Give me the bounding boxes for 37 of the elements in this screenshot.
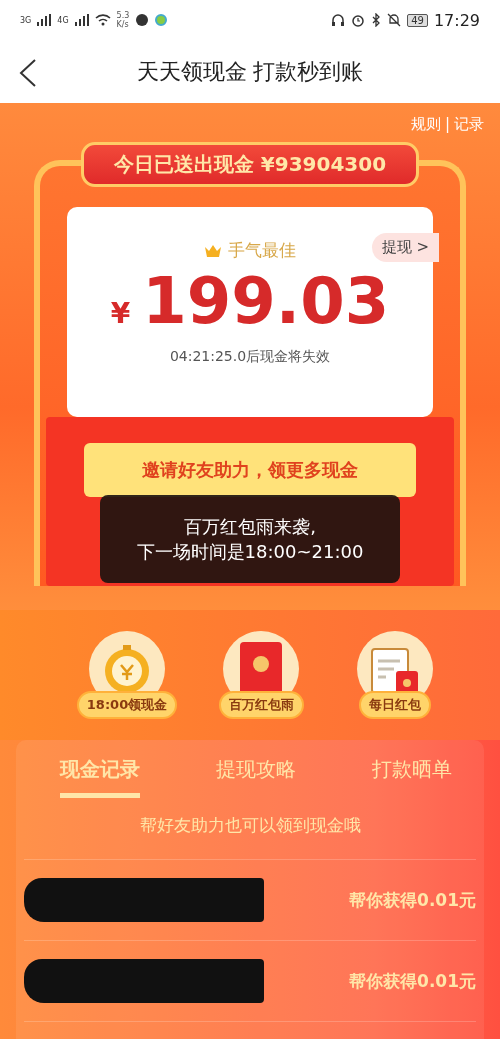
clock-time: 17:29 — [433, 10, 480, 30]
speed-unit: K/s — [116, 20, 130, 29]
page-title: 天天领现金 打款秒到账 — [136, 57, 364, 86]
earned-amount: 帮你获得0.01元 — [349, 969, 476, 993]
headphones-icon — [331, 13, 346, 27]
feature-button[interactable]: 18:00领现金 — [76, 691, 178, 719]
battery-indicator: 49 — [407, 13, 428, 27]
network-label: 4G — [57, 15, 69, 25]
signal-icon — [74, 14, 89, 26]
network-label: 3G — [20, 15, 32, 25]
feature-button[interactable]: 每日红包 — [359, 691, 431, 719]
wifi-icon — [94, 14, 111, 26]
link-separator: | — [444, 115, 450, 134]
records-tab[interactable]: 现金记录 — [60, 752, 140, 798]
best-luck-label: 手气最佳 — [228, 239, 296, 262]
currency-symbol: ¥ — [110, 297, 131, 330]
bluetooth-icon — [371, 13, 382, 27]
earned-amount: 帮你获得0.01元 — [349, 888, 476, 912]
toast-text: 下一场时间是18:00~21:00 — [136, 540, 364, 564]
app-icon — [155, 14, 168, 26]
help-hint: 帮好友助力也可以领到现金哦 — [24, 798, 476, 860]
records-tab[interactable]: 提现攻略 — [216, 752, 296, 798]
crown-icon — [204, 243, 222, 258]
expiry-countdown: 04:21:25.0后现金将失效 — [169, 348, 331, 367]
alarm-icon — [351, 13, 366, 27]
cash-amount: 199.03 — [142, 266, 390, 337]
invite-button[interactable]: 邀请好友助力，领更多现金 — [84, 443, 416, 497]
records-tab[interactable]: 打款晒单 — [372, 752, 452, 798]
withdraw-button[interactable]: 提现 > — [371, 233, 439, 262]
speed-value: 5.3 — [116, 11, 130, 20]
signal-icon — [37, 14, 52, 26]
cash-sent-banner: 今日已送出现金 ¥93904300 — [80, 142, 420, 187]
top-link[interactable]: 规则 — [410, 115, 441, 134]
feature-button[interactable]: 百万红包雨 — [218, 691, 304, 719]
bell-muted-icon — [387, 13, 402, 27]
toast-text: 百万红包雨来袭, — [184, 515, 316, 539]
top-link[interactable]: 记录 — [454, 115, 484, 134]
